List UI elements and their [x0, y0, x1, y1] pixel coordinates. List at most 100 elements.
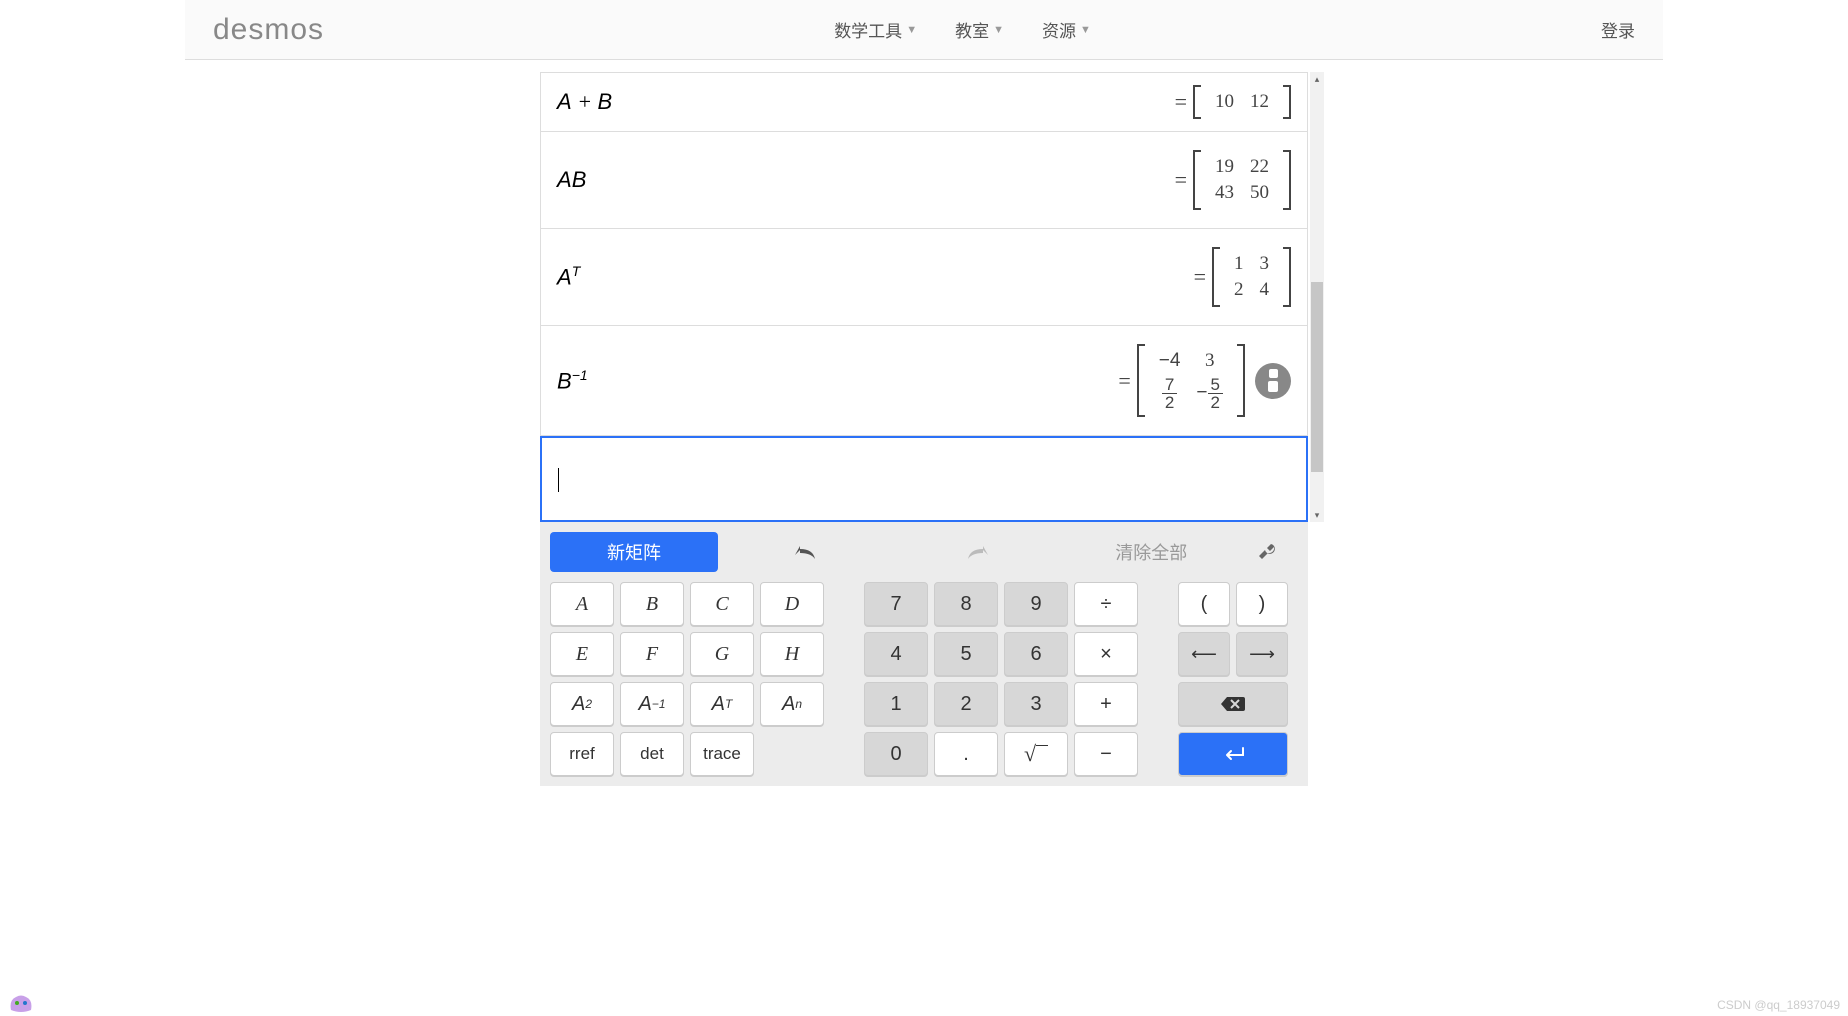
key-left-paren[interactable]: ( — [1178, 582, 1230, 626]
key-A[interactable]: A — [550, 582, 614, 626]
chevron-down-icon: ▼ — [906, 24, 917, 36]
key-A-squared[interactable]: A2 — [550, 682, 614, 726]
key-E[interactable]: E — [550, 632, 614, 676]
expression-input[interactable] — [558, 466, 1290, 493]
key-G[interactable]: G — [690, 632, 754, 676]
nav-math-tools[interactable]: 数学工具 ▼ — [834, 17, 917, 42]
matrix-cell: 4 — [1252, 277, 1278, 303]
key-enter[interactable] — [1178, 732, 1288, 776]
key-7[interactable]: 7 — [864, 582, 928, 626]
expression-row[interactable]: AB = 1922 4350 — [540, 132, 1308, 229]
key-A-inverse[interactable]: A−1 — [620, 682, 684, 726]
undo-icon — [791, 543, 819, 561]
matrix-cell: 2 — [1226, 277, 1252, 303]
expression-input[interactable]: AB — [557, 167, 1175, 193]
expression-row-empty[interactable] — [540, 436, 1308, 522]
matrix-cell: 19 — [1207, 154, 1242, 180]
keypad-toolbar: 新矩阵 清除全部 — [550, 532, 1298, 572]
key-A-transpose[interactable]: AT — [690, 682, 754, 726]
expression-input[interactable]: AT — [557, 263, 1194, 290]
calculator: A + B = 1012 AB = 1922 4350 AT = — [540, 72, 1308, 786]
key-F[interactable]: F — [620, 632, 684, 676]
scroll-down-icon[interactable]: ▾ — [1310, 508, 1324, 522]
nav-classroom[interactable]: 教室 ▼ — [955, 17, 1004, 42]
key-C[interactable]: C — [690, 582, 754, 626]
matrix-cell: 1 — [1226, 251, 1252, 277]
key-B[interactable]: B — [620, 582, 684, 626]
enter-icon — [1219, 746, 1247, 762]
key-5[interactable]: 5 — [934, 632, 998, 676]
clear-all-button[interactable]: 清除全部 — [1065, 532, 1238, 572]
main-nav: 数学工具 ▼ 教室 ▼ 资源 ▼ — [324, 17, 1601, 42]
settings-button[interactable] — [1238, 532, 1298, 572]
key-0[interactable]: 0 — [864, 732, 928, 776]
equals-sign: = — [1194, 264, 1206, 290]
control-keys: ( ) ⟵ ⟶ — [1178, 582, 1288, 776]
undo-button[interactable] — [718, 532, 891, 572]
key-arrow-right[interactable]: ⟶ — [1236, 632, 1288, 676]
key-trace[interactable]: trace — [690, 732, 754, 776]
key-dot[interactable]: . — [934, 732, 998, 776]
key-arrow-left[interactable]: ⟵ — [1178, 632, 1230, 676]
key-minus[interactable]: − — [1074, 732, 1138, 776]
expression-input[interactable]: A + B — [557, 89, 1175, 115]
redo-button[interactable] — [891, 532, 1064, 572]
watermark: CSDN @qq_18937049 — [1717, 998, 1840, 1012]
key-grid: A B C D E F G H A2 A−1 AT An rref det tr… — [550, 582, 1298, 776]
scrollbar[interactable]: ▴ ▾ — [1310, 72, 1324, 522]
result-matrix: 1012 — [1193, 85, 1291, 119]
key-divide[interactable]: ÷ — [1074, 582, 1138, 626]
key-det[interactable]: det — [620, 732, 684, 776]
key-A-power-n[interactable]: An — [760, 682, 824, 726]
key-2[interactable]: 2 — [934, 682, 998, 726]
key-4[interactable]: 4 — [864, 632, 928, 676]
nav-classroom-label: 教室 — [955, 17, 989, 42]
key-rref[interactable]: rref — [550, 732, 614, 776]
chevron-down-icon: ▼ — [993, 24, 1004, 36]
key-D[interactable]: D — [760, 582, 824, 626]
nav-resources[interactable]: 资源 ▼ — [1042, 17, 1091, 42]
redo-icon — [964, 543, 992, 561]
logo[interactable]: desmos — [213, 13, 324, 47]
top-bar: desmos 数学工具 ▼ 教室 ▼ 资源 ▼ 登录 — [185, 0, 1663, 60]
key-8[interactable]: 8 — [934, 582, 998, 626]
key-9[interactable]: 9 — [1004, 582, 1068, 626]
assistant-icon[interactable] — [8, 992, 34, 1012]
key-plus[interactable]: + — [1074, 682, 1138, 726]
scrollbar-thumb[interactable] — [1311, 282, 1323, 472]
scroll-up-icon[interactable]: ▴ — [1310, 72, 1324, 86]
expression-row[interactable]: A + B = 1012 — [540, 72, 1308, 132]
key-sqrt[interactable]: √ — [1004, 732, 1068, 776]
key-H[interactable]: H — [760, 632, 824, 676]
equals-sign: = — [1118, 368, 1130, 394]
nav-math-tools-label: 数学工具 — [834, 17, 902, 42]
matrix-cell: 12 — [1242, 89, 1277, 115]
matrix-cell: 43 — [1207, 180, 1242, 206]
expression-list: A + B = 1012 AB = 1922 4350 AT = — [540, 72, 1308, 522]
matrix-cell: 3 — [1252, 251, 1278, 277]
text-cursor — [558, 468, 559, 492]
fraction-toggle-button[interactable] — [1255, 363, 1291, 399]
matrix-cell: 10 — [1207, 89, 1242, 115]
key-6[interactable]: 6 — [1004, 632, 1068, 676]
key-backspace[interactable] — [1178, 682, 1288, 726]
number-keys: 7 8 9 ÷ 4 5 6 × 1 2 3 + 0 . √ − — [864, 582, 1138, 776]
expression-row[interactable]: AT = 13 24 — [540, 229, 1308, 326]
backspace-icon — [1220, 695, 1246, 713]
key-multiply[interactable]: × — [1074, 632, 1138, 676]
key-right-paren[interactable]: ) — [1236, 582, 1288, 626]
chevron-down-icon: ▼ — [1080, 24, 1091, 36]
new-matrix-button[interactable]: 新矩阵 — [550, 532, 718, 572]
expression-row[interactable]: B−1 = −4372−52 — [540, 326, 1308, 436]
result-matrix: −4372−52 — [1137, 344, 1245, 417]
expression-input[interactable]: B−1 — [557, 367, 1118, 394]
letter-keys: A B C D E F G H A2 A−1 AT An rref det tr… — [550, 582, 824, 776]
matrix-cell: 50 — [1242, 180, 1277, 206]
keypad: 新矩阵 清除全部 A B C D E F G H A2 — [540, 522, 1308, 786]
result-matrix: 13 24 — [1212, 247, 1291, 307]
equals-sign: = — [1175, 89, 1187, 115]
nav-resources-label: 资源 — [1042, 17, 1076, 42]
login-link[interactable]: 登录 — [1601, 17, 1635, 42]
key-1[interactable]: 1 — [864, 682, 928, 726]
key-3[interactable]: 3 — [1004, 682, 1068, 726]
